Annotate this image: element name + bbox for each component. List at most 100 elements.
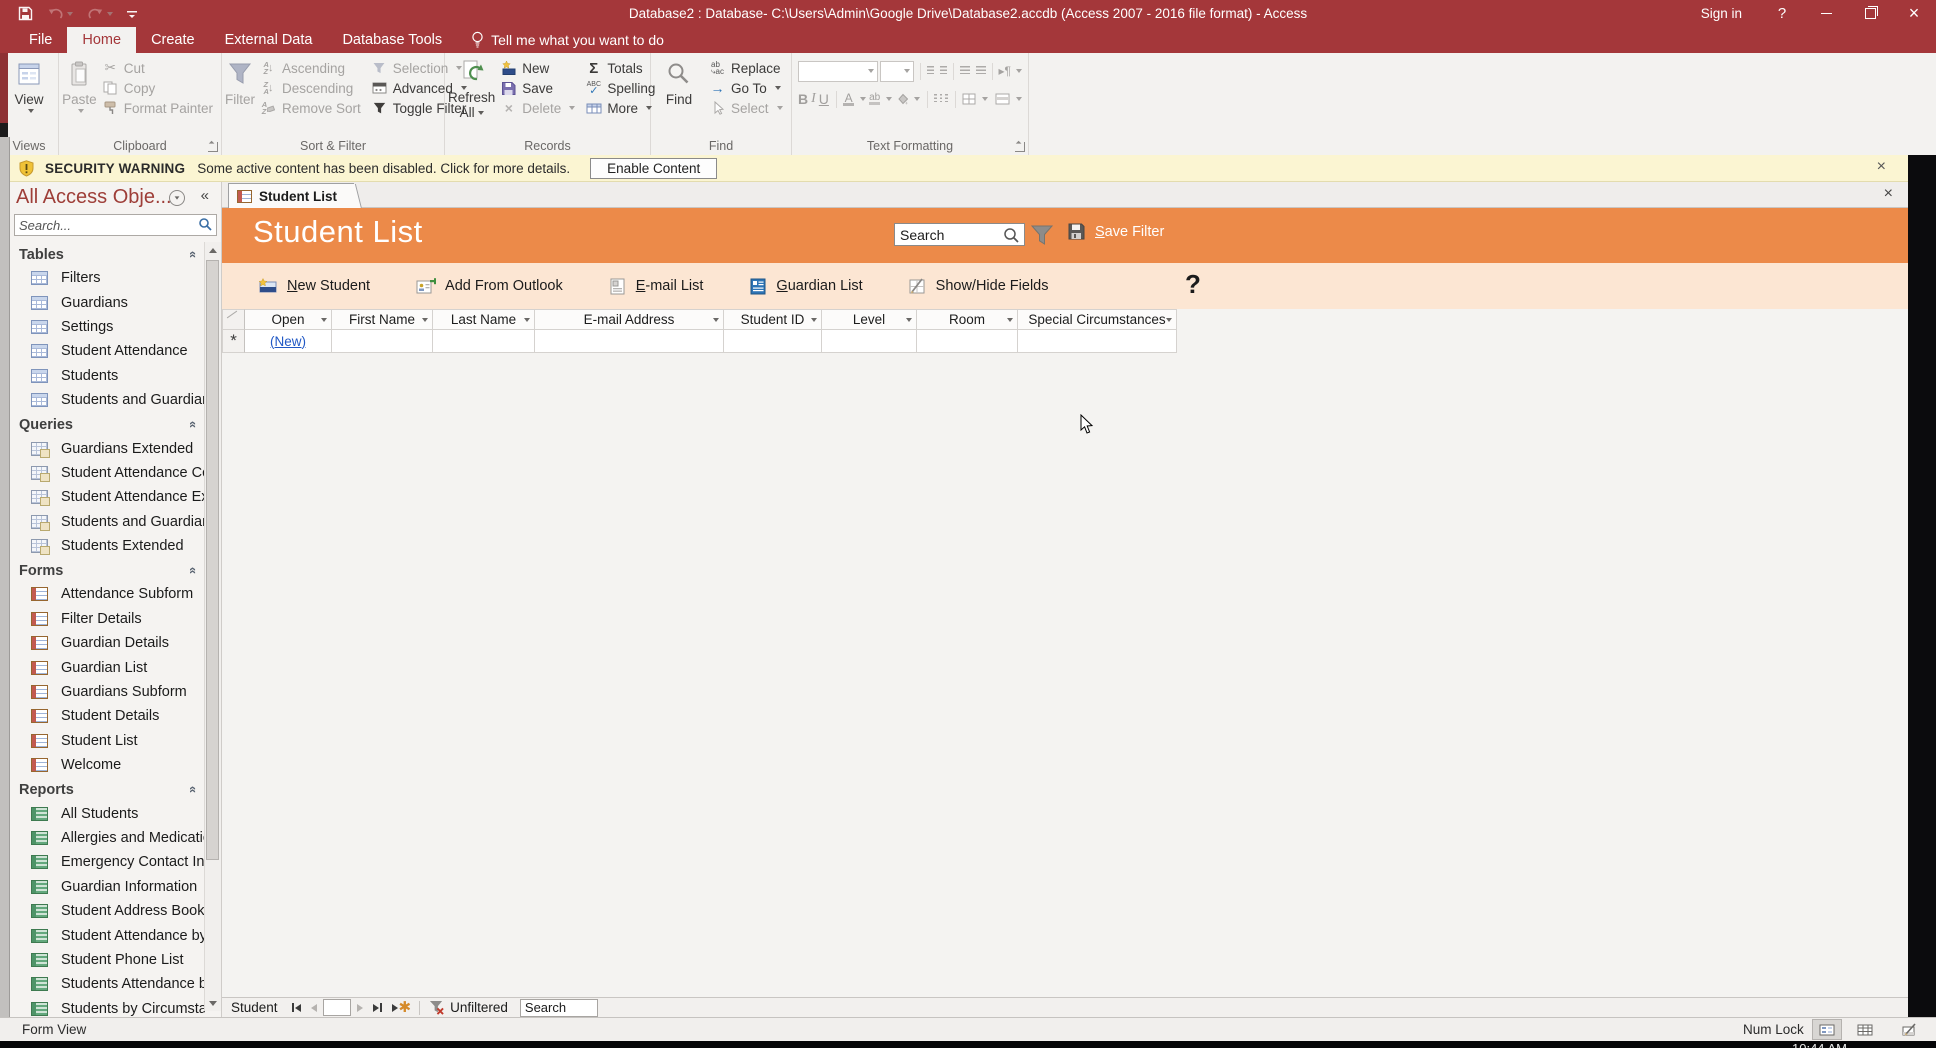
scrollbar-thumb[interactable] — [206, 260, 219, 860]
bullets-icon[interactable] — [927, 66, 934, 76]
totals-button[interactable]: ΣTotals — [582, 58, 658, 78]
sign-in-button[interactable]: Sign in — [1683, 6, 1760, 21]
nav-item-query[interactable]: Students and Guardians ... — [10, 510, 205, 534]
nav-pane-menu-icon[interactable] — [169, 190, 185, 206]
column-filter-icon[interactable] — [321, 318, 327, 322]
highlight-color-icon[interactable]: ab — [869, 93, 880, 105]
font-name-combo[interactable] — [798, 61, 878, 82]
tab-database-tools[interactable]: Database Tools — [327, 27, 457, 53]
column-filter-icon[interactable] — [524, 318, 530, 322]
view-button[interactable]: View — [4, 56, 54, 120]
datasheet-view-button[interactable] — [1850, 1019, 1880, 1040]
nav-item-form[interactable]: Student Details — [10, 704, 205, 728]
minimize-button[interactable] — [1804, 0, 1848, 27]
column-header-special-circumstances[interactable]: Special Circumstances — [1018, 309, 1177, 330]
alternate-row-color-icon[interactable] — [995, 93, 1010, 105]
column-filter-icon[interactable] — [1007, 318, 1013, 322]
nav-item-query[interactable]: Students Extended — [10, 534, 205, 558]
undo-icon[interactable] — [47, 7, 73, 21]
cell-email[interactable] — [535, 330, 724, 353]
last-record-button[interactable] — [373, 1003, 382, 1012]
column-filter-icon[interactable] — [1166, 318, 1172, 322]
add-from-outlook-button[interactable]: Add From Outlook — [416, 278, 563, 295]
cell-student-id[interactable] — [724, 330, 822, 353]
tab-external-data[interactable]: External Data — [210, 27, 328, 53]
cell-special-circumstances[interactable] — [1018, 330, 1177, 353]
new-record-selector[interactable]: * — [222, 330, 245, 353]
new-blank-record-button[interactable]: ✱ — [392, 1004, 412, 1012]
nav-item-table[interactable]: Filters — [10, 266, 205, 290]
remove-sort-button[interactable]: AZRemove Sort — [257, 98, 364, 118]
column-header-last-name[interactable]: Last Name — [433, 309, 535, 330]
align-left-icon[interactable] — [934, 94, 936, 104]
column-header-student-id[interactable]: Student ID — [724, 309, 822, 330]
first-record-button[interactable] — [292, 1003, 301, 1012]
save-icon[interactable] — [18, 6, 33, 21]
nav-scrollbar[interactable] — [204, 242, 221, 1011]
nav-section-tables[interactable]: Tables« — [10, 244, 205, 266]
email-list-button[interactable]: E-mail List — [609, 278, 704, 295]
security-warning-message[interactable]: Some active content has been disabled. C… — [197, 161, 570, 176]
filter-funnel-icon[interactable] — [1030, 224, 1054, 246]
next-record-button[interactable] — [357, 1004, 363, 1012]
nav-search-box[interactable]: Search... — [14, 214, 217, 236]
tab-create[interactable]: Create — [136, 27, 210, 53]
italic-button[interactable]: I — [811, 91, 816, 107]
nav-item-report[interactable]: Student Address Book — [10, 899, 205, 923]
layout-view-button[interactable] — [1895, 1019, 1925, 1040]
form-view-button[interactable] — [1812, 1019, 1842, 1040]
new-student-button[interactable]: New Student — [258, 278, 370, 294]
column-filter-icon[interactable] — [713, 318, 719, 322]
nav-item-form[interactable]: Student List — [10, 729, 205, 753]
replace-button[interactable]: ab⤷acReplace — [706, 58, 786, 78]
font-color-icon[interactable]: A — [843, 93, 854, 106]
nav-item-table[interactable]: Guardians — [10, 290, 205, 314]
cell-first-name[interactable] — [332, 330, 433, 353]
nav-item-table[interactable]: Students — [10, 364, 205, 388]
nav-item-report[interactable]: Guardian Information — [10, 875, 205, 899]
tab-student-list[interactable]: Student List — [228, 183, 354, 209]
nav-item-report[interactable]: Student Attendance by D... — [10, 923, 205, 947]
filter-state-label[interactable]: Unfiltered — [450, 1000, 508, 1015]
new-record-button[interactable]: New — [497, 58, 578, 78]
select-button[interactable]: Select — [706, 98, 786, 118]
column-header-room[interactable]: Room — [917, 309, 1018, 330]
column-filter-icon[interactable] — [811, 318, 817, 322]
tab-home[interactable]: Home — [67, 27, 136, 53]
bold-button[interactable]: B — [798, 91, 808, 107]
nav-item-form[interactable]: Filter Details — [10, 607, 205, 631]
nav-item-report[interactable]: All Students — [10, 801, 205, 825]
format-painter-button[interactable]: Format Painter — [99, 98, 216, 118]
record-selector-header[interactable] — [222, 309, 245, 330]
search-icon[interactable] — [194, 217, 213, 232]
font-size-combo[interactable] — [880, 61, 914, 82]
nav-section-forms[interactable]: Forms« — [10, 560, 205, 582]
copy-button[interactable]: Copy — [99, 78, 216, 98]
column-header-level[interactable]: Level — [822, 309, 917, 330]
find-button[interactable]: Find — [654, 56, 704, 120]
restore-button[interactable] — [1848, 0, 1892, 27]
enable-content-button[interactable]: Enable Content — [590, 158, 717, 179]
cell-level[interactable] — [822, 330, 917, 353]
save-filter-button[interactable]: Save Filter — [1067, 222, 1164, 241]
paste-button[interactable]: Paste — [62, 56, 97, 120]
gridlines-icon[interactable] — [962, 93, 976, 105]
nav-section-queries[interactable]: Queries« — [10, 414, 205, 436]
text-direction-icon[interactable]: ▸¶ — [999, 64, 1011, 78]
form-search-box[interactable]: Search — [894, 223, 1025, 246]
descending-button[interactable]: ZA↓Descending — [257, 78, 364, 98]
align-center-icon[interactable] — [940, 94, 942, 104]
tell-me-box[interactable]: Tell me what you want to do — [457, 27, 678, 53]
show-hide-fields-button[interactable]: Show/Hide Fields — [909, 278, 1049, 295]
nav-item-report[interactable]: Students by Circumstance — [10, 997, 205, 1017]
column-header-email[interactable]: E-mail Address — [535, 309, 724, 330]
nav-item-form[interactable]: Attendance Subform — [10, 582, 205, 606]
record-search-box[interactable]: Search — [520, 999, 598, 1017]
more-button[interactable]: More — [582, 98, 658, 118]
guardian-list-button[interactable]: Guardian List — [749, 278, 862, 295]
form-help-mark[interactable]: ? — [1185, 269, 1201, 300]
nav-item-form[interactable]: Welcome — [10, 753, 205, 777]
refresh-all-button[interactable]: Refresh All — [448, 56, 495, 120]
cut-button[interactable]: ✂Cut — [99, 58, 216, 78]
tab-file[interactable]: File — [14, 27, 67, 53]
